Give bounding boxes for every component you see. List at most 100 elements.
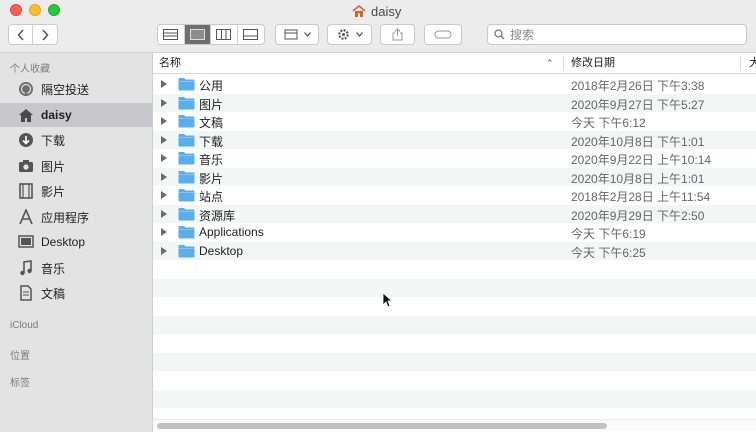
column-header-date[interactable]: 修改日期 — [571, 53, 615, 74]
disclosure-triangle-icon[interactable] — [161, 228, 167, 236]
empty-row — [153, 371, 756, 390]
file-list: 名称 ⌃ 修改日期 大 公用 2018年2月26日 下午3:38 图片 2020年9月… — [153, 53, 756, 432]
document-icon — [18, 285, 34, 301]
arrange-menu-button[interactable] — [275, 24, 319, 45]
list-view-button[interactable] — [158, 25, 185, 44]
file-name: 影片 — [199, 171, 224, 186]
back-button[interactable] — [9, 25, 34, 44]
file-rows: 公用 2018年2月26日 下午3:38 图片 2020年9月27日 下午5:27 文稿… — [153, 75, 756, 408]
folder-icon — [178, 115, 195, 128]
table-row[interactable]: 下载 2020年10月8日 下午1:01 — [153, 130, 756, 149]
disclosure-triangle-icon[interactable] — [161, 172, 167, 181]
airdrop-icon — [18, 81, 34, 97]
sidebar-item-label: Desktop — [41, 235, 86, 249]
disclosure-triangle-icon[interactable] — [161, 246, 167, 255]
empty-row — [153, 278, 756, 297]
download-icon — [18, 132, 34, 148]
arrange-button-inner[interactable] — [276, 25, 318, 44]
scrollbar-thumb[interactable] — [157, 423, 607, 429]
sidebar-item-desktop[interactable]: Desktop — [0, 230, 152, 254]
sidebar-item-label: 下载 — [41, 133, 66, 148]
column-header-size[interactable]: 大 — [749, 53, 756, 74]
sidebar-item-applications[interactable]: 应用程序 — [0, 205, 152, 229]
search-placeholder: 搜索 — [510, 28, 535, 42]
column-header-name[interactable]: 名称 — [159, 53, 181, 74]
share-button-inner[interactable] — [381, 25, 414, 44]
tag-button-inner[interactable] — [425, 25, 461, 44]
sidebar-item-label: daisy — [41, 108, 72, 122]
toolbar: daisy 搜索 — [0, 0, 756, 53]
sidebar-item-daisy[interactable]: daisy — [0, 103, 152, 127]
sidebar-item-pictures[interactable]: 图片 — [0, 154, 152, 178]
sidebar-item-documents[interactable]: 文稿 — [0, 281, 152, 305]
forward-button[interactable] — [33, 25, 57, 44]
sidebar-item-music[interactable]: 音乐 — [0, 256, 152, 280]
file-date: 今天 下午6:12 — [571, 116, 646, 130]
column-divider[interactable] — [563, 56, 564, 71]
search-input[interactable]: 搜索 — [487, 24, 747, 45]
sidebar-item-airdrop[interactable]: 隔空投送 — [0, 77, 152, 101]
window-title: daisy — [352, 3, 401, 19]
empty-row — [153, 352, 756, 371]
sidebar-header-icloud: iCloud — [10, 320, 39, 331]
table-row[interactable]: 公用 2018年2月26日 下午3:38 — [153, 75, 756, 94]
chevron-left-icon — [16, 28, 24, 41]
disclosure-triangle-icon[interactable] — [161, 191, 167, 199]
close-window-button[interactable] — [10, 4, 22, 16]
disclosure-triangle-icon[interactable] — [161, 98, 167, 107]
folder-icon — [178, 96, 195, 109]
file-name: 公用 — [199, 79, 224, 93]
sort-ascending-icon[interactable]: ⌃ — [546, 53, 554, 74]
disclosure-triangle-icon[interactable] — [161, 117, 167, 125]
file-date: 2018年2月26日 下午3:38 — [571, 79, 705, 93]
file-date: 2020年10月8日 下午1:01 — [571, 134, 705, 149]
file-date: 2020年9月22日 上午10:14 — [571, 153, 712, 167]
search-icon — [494, 29, 505, 40]
sidebar-item-movies[interactable]: 影片 — [0, 179, 152, 203]
chevron-down-icon — [303, 32, 311, 37]
folder-icon — [178, 189, 195, 202]
minimize-window-button[interactable] — [29, 4, 41, 16]
home-icon — [352, 4, 366, 17]
table-row[interactable]: 站点 2018年2月28日 上午11:54 — [153, 186, 756, 205]
table-row[interactable]: 音乐 2020年9月22日 上午10:14 — [153, 149, 756, 168]
table-row[interactable]: 影片 2020年10月8日 上午1:01 — [153, 167, 756, 186]
table-row[interactable]: Desktop 今天 下午6:25 — [153, 241, 756, 260]
home-icon — [18, 107, 34, 123]
table-row[interactable]: Applications 今天 下午6:19 — [153, 223, 756, 242]
tag-button[interactable] — [424, 24, 462, 45]
share-icon — [392, 28, 403, 41]
file-date: 今天 下午6:19 — [571, 227, 646, 241]
column-view-button[interactable] — [211, 25, 238, 44]
action-menu-button[interactable] — [327, 24, 372, 45]
share-button[interactable] — [380, 24, 415, 45]
column-divider[interactable] — [740, 56, 741, 71]
icon-view-button[interactable] — [184, 25, 211, 44]
sidebar-header-tags: 标签 — [10, 378, 30, 389]
file-date: 2020年9月29日 下午2:50 — [571, 208, 705, 223]
disclosure-triangle-icon[interactable] — [161, 154, 167, 162]
gallery-view-button[interactable] — [238, 25, 264, 44]
table-row[interactable]: 文稿 今天 下午6:12 — [153, 112, 756, 131]
disclosure-triangle-icon[interactable] — [161, 209, 167, 218]
horizontal-scrollbar[interactable] — [153, 419, 756, 431]
action-button-inner[interactable] — [328, 25, 371, 44]
applications-icon — [18, 209, 34, 225]
file-name: 资源库 — [199, 208, 236, 223]
table-row[interactable]: 图片 2020年9月27日 下午5:27 — [153, 93, 756, 112]
table-row[interactable]: 资源库 2020年9月29日 下午2:50 — [153, 204, 756, 223]
chevron-right-icon — [42, 28, 49, 41]
file-name: 站点 — [199, 190, 224, 204]
file-name: 音乐 — [199, 153, 224, 167]
folder-icon — [178, 133, 195, 146]
disclosure-triangle-icon[interactable] — [161, 135, 167, 144]
column-header: 名称 ⌃ 修改日期 大 — [153, 53, 756, 74]
zoom-window-button[interactable] — [48, 4, 60, 16]
file-name: Desktop — [199, 243, 244, 258]
sidebar-item-downloads[interactable]: 下载 — [0, 128, 152, 152]
folder-icon — [178, 244, 195, 257]
disclosure-triangle-icon[interactable] — [161, 80, 167, 88]
folder-icon — [178, 226, 195, 239]
empty-row — [153, 260, 756, 279]
chevron-down-icon — [355, 32, 363, 37]
